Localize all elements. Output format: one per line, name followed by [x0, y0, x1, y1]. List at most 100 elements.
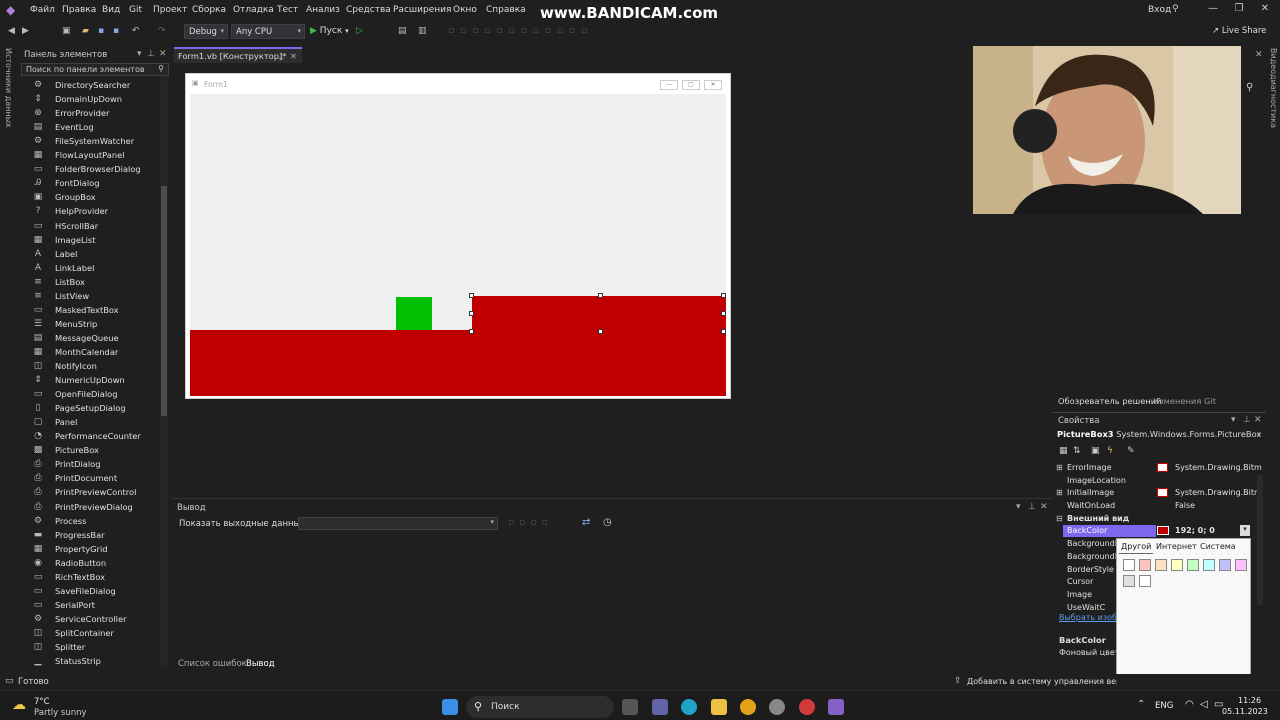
ground-picturebox[interactable]: [190, 330, 726, 396]
weather-icon[interactable]: ☁: [12, 697, 26, 713]
toolbox-item[interactable]: ▣ GroupBox: [33, 190, 163, 204]
clock-icon[interactable]: ◷: [603, 517, 612, 528]
selection-handle[interactable]: [598, 329, 603, 334]
undo-icon[interactable]: ↶: [132, 26, 142, 36]
properties-icon[interactable]: ▣: [1091, 446, 1100, 456]
visual-studio-icon[interactable]: [828, 699, 844, 715]
color-swatch[interactable]: [1139, 575, 1151, 587]
selection-handle[interactable]: [721, 293, 726, 298]
toolbox-item[interactable]: ◫ Splitter: [33, 640, 163, 654]
tab-custom-colors[interactable]: Другой: [1121, 542, 1151, 551]
forward-icon[interactable]: ▶: [22, 26, 32, 36]
toolbox-item[interactable]: ◉ RadioButton: [33, 556, 163, 570]
toolbox-item[interactable]: ⚙ ServiceController: [33, 612, 163, 626]
menu-item[interactable]: Вид: [102, 5, 120, 15]
panel-dropdown-icon[interactable]: ▾: [137, 49, 142, 59]
login-link[interactable]: Вход: [1148, 5, 1171, 15]
toolbox-item[interactable]: ▭ SaveFileDialog: [33, 584, 163, 598]
color-swatch[interactable]: [1123, 559, 1135, 571]
close-panel-icon[interactable]: ✕: [1255, 50, 1263, 60]
clock-date[interactable]: 05.11.2023: [1222, 707, 1268, 716]
dropdown-button[interactable]: ▾: [1240, 525, 1250, 536]
edge-icon[interactable]: [681, 699, 697, 715]
toolbox-item[interactable]: ▭ SerialPort: [33, 598, 163, 612]
form-client-area[interactable]: [190, 94, 726, 396]
toolbox-item[interactable]: ▬ ProgressBar: [33, 528, 163, 542]
toolbox-item[interactable]: ⊗ ErrorProvider: [33, 106, 163, 120]
save-all-icon[interactable]: ▪: [113, 26, 123, 36]
backcolor-value[interactable]: 192; 0; 0: [1175, 526, 1215, 535]
expand-icon[interactable]: ⊞: [1056, 463, 1063, 472]
pin-icon[interactable]: ⊥: [147, 49, 155, 59]
toolbox-item[interactable]: ⎙ PrintDocument: [33, 471, 163, 485]
back-icon[interactable]: ◀: [8, 26, 18, 36]
settings-icon[interactable]: [769, 699, 785, 715]
property-row[interactable]: ⊞ ErrorImage System.Drawing.Bitm: [1053, 462, 1262, 475]
panel-dropdown-icon[interactable]: ▾: [1016, 502, 1021, 512]
taskbar-search[interactable]: ⚲ Поиск: [466, 696, 614, 718]
new-project-icon[interactable]: ▣: [62, 26, 72, 36]
expand-icon[interactable]: ⊞: [1056, 488, 1063, 497]
selection-handle[interactable]: [721, 329, 726, 334]
minimize-button[interactable]: —: [1202, 3, 1224, 19]
toolbox-scrollbar[interactable]: [160, 76, 168, 668]
pin-icon[interactable]: ⊥: [278, 51, 285, 61]
wifi-icon[interactable]: ◠: [1185, 699, 1194, 710]
output-source-select[interactable]: ▾: [298, 517, 498, 530]
platform-picturebox[interactable]: [472, 296, 726, 332]
close-panel-icon[interactable]: ✕: [159, 49, 167, 59]
toolbox-item[interactable]: ▤ EventLog: [33, 120, 163, 134]
toolbox-item[interactable]: ▯ PageSetupDialog: [33, 401, 163, 415]
selection-handle[interactable]: [469, 293, 474, 298]
toolbox-item[interactable]: ⇕ NumericUpDown: [33, 373, 163, 387]
toolbox-item[interactable]: ▭ RichTextBox: [33, 570, 163, 584]
toolbox-item[interactable]: ⎙ PrintPreviewControl: [33, 485, 163, 499]
run-button[interactable]: ▶ Пуск ▾: [310, 26, 349, 36]
platform-combo[interactable]: Any CPU ▾: [231, 24, 305, 39]
menu-item[interactable]: Сборка: [192, 5, 226, 15]
close-window-button[interactable]: ✕: [1254, 3, 1276, 19]
toolbox-item[interactable]: ≡ ListBox: [33, 275, 163, 289]
menu-item[interactable]: Средства: [346, 5, 391, 15]
windows-start-icon[interactable]: [442, 699, 458, 715]
toolbox-item[interactable]: ▁ StatusStrip: [33, 654, 163, 668]
teams-icon[interactable]: [652, 699, 668, 715]
menu-item[interactable]: Расширения: [393, 5, 451, 15]
pin-icon[interactable]: ⊥: [1028, 502, 1036, 512]
volume-icon[interactable]: ◁: [1200, 699, 1208, 710]
redo-icon[interactable]: ↷: [158, 26, 168, 36]
menu-item[interactable]: Тест: [277, 5, 298, 15]
config-combo[interactable]: Debug ▾: [184, 24, 228, 39]
toolbox-item[interactable]: ◫ NotifyIcon: [33, 359, 163, 373]
menu-item[interactable]: Окно: [453, 5, 477, 15]
vs-logo-icon[interactable]: ◆: [6, 3, 20, 17]
menu-item[interactable]: Отладка: [233, 5, 274, 15]
word-wrap-icon[interactable]: ⇄: [582, 517, 590, 528]
toolbox-item[interactable]: A Label: [33, 247, 163, 261]
toolbox-item[interactable]: ☰ MenuStrip: [33, 317, 163, 331]
toolbox-item[interactable]: ⎙ PrintDialog: [33, 457, 163, 471]
toolbox-item[interactable]: Ꭿ FontDialog: [33, 176, 163, 190]
selection-handle[interactable]: [469, 311, 474, 316]
form-titlebar[interactable]: ▣ Form1 — ▢ ✕: [186, 74, 730, 94]
color-swatch[interactable]: [1235, 559, 1247, 571]
close-panel-icon[interactable]: ✕: [1040, 502, 1048, 512]
color-swatch[interactable]: [1155, 559, 1167, 571]
bandicam-icon[interactable]: [799, 699, 815, 715]
document-tab[interactable]: Form1.vb [Конструктор]* ⊥ ✕: [174, 47, 302, 63]
property-row[interactable]: ImageLocation: [1053, 475, 1258, 488]
menu-item[interactable]: Git: [129, 5, 142, 15]
tab-output[interactable]: Вывод: [246, 659, 275, 669]
language-indicator[interactable]: ENG: [1155, 701, 1173, 711]
toolbox-item[interactable]: ▦ FlowLayoutPanel: [33, 148, 163, 162]
menu-item[interactable]: Файл: [30, 5, 55, 15]
toolbox-item[interactable]: ▤ MessageQueue: [33, 331, 163, 345]
toolbox-item[interactable]: ⚙ FileSystemWatcher: [33, 134, 163, 148]
toolbox-item[interactable]: ⚙ Process: [33, 514, 163, 528]
tab-system-colors[interactable]: Система: [1200, 542, 1236, 551]
add-to-source-control[interactable]: Добавить в систему управления версиями: [967, 677, 1117, 686]
solution-explorer-tab[interactable]: Обозреватель решений: [1058, 396, 1162, 406]
object-selector[interactable]: PictureBox3 System.Windows.Forms.Picture…: [1057, 429, 1263, 441]
menu-item[interactable]: Проект: [153, 5, 187, 15]
property-row[interactable]: ⊞ InitialImage System.Drawing.Bitm: [1053, 487, 1262, 500]
